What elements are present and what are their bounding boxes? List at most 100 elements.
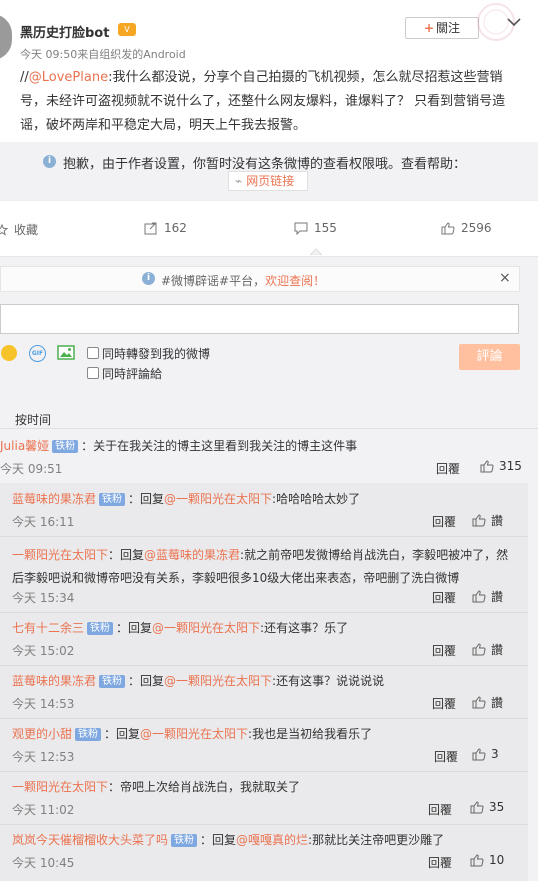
fan-badge: 铁粉 xyxy=(171,834,198,847)
image-icon[interactable] xyxy=(57,345,75,360)
reply-user[interactable]: 岚岚今天催榴榴收大头菜了吗 xyxy=(12,833,168,847)
reply-button[interactable]: 回覆 xyxy=(428,801,452,818)
gif-icon[interactable]: GIF xyxy=(29,345,46,362)
reply-time: 今天 16:11 xyxy=(12,515,75,529)
follow-button[interactable]: + 關注 xyxy=(405,17,479,39)
reply-like-count: 35 xyxy=(489,800,505,814)
reply-user[interactable]: 一颗阳光在太阳下 xyxy=(12,548,108,562)
reply-text: 观更的小甜 铁粉 ：回复@一颗阳光在太阳下:我也是当初给我看乐了 xyxy=(12,726,512,742)
fan-badge: 铁粉 xyxy=(87,622,114,635)
reply-target[interactable]: @一颗阳光在太阳下 xyxy=(164,492,272,506)
thumb-up-icon xyxy=(472,643,486,656)
like-button[interactable]: 2596 xyxy=(441,221,492,235)
comment-input[interactable] xyxy=(0,304,519,334)
like-count: 2596 xyxy=(461,221,492,235)
reply-text: 蓝莓味的果冻君 铁粉 ：回复@一颗阳光在太阳下:哈哈哈哈太妙了 xyxy=(12,491,512,507)
thumb-up-icon xyxy=(472,696,486,709)
web-link-button[interactable]: ⌁ 网页链接 xyxy=(228,171,308,191)
forward-checkbox[interactable] xyxy=(87,347,99,359)
forward-count: 162 xyxy=(164,221,187,235)
reply-text: 一颗阳光在太阳下：帝吧上次给肖战洗白，我就取关了 xyxy=(12,779,512,795)
reply-button[interactable]: 回覆 xyxy=(428,854,452,871)
reply-button[interactable]: 回覆 xyxy=(436,460,460,477)
reply-button[interactable]: 回覆 xyxy=(432,513,456,530)
mention-link[interactable]: @LovePlane xyxy=(29,70,108,85)
thumb-up-icon xyxy=(470,800,484,813)
reply-text: 蓝莓味的果冻君 铁粉 ：回复@一颗阳光在太阳下:还有这事？说说说说 xyxy=(12,673,512,689)
chevron-down-icon[interactable] xyxy=(505,13,523,31)
submit-comment-button[interactable]: 評論 xyxy=(459,344,520,370)
rumor-link[interactable]: 欢迎查阅！ xyxy=(265,274,325,288)
plus-icon: + xyxy=(423,21,435,35)
comment-button[interactable]: 155 xyxy=(294,221,337,235)
thumb-up-icon xyxy=(441,221,455,234)
comment-time: 今天 09:51 xyxy=(0,462,63,476)
reply-button[interactable]: 回覆 xyxy=(434,748,458,765)
sort-by-time-tab[interactable]: 按时间 xyxy=(15,411,51,428)
reply-button[interactable]: 回覆 xyxy=(432,695,456,712)
thumb-up-icon xyxy=(480,459,494,472)
reply-body: :还有这事？说说说说 xyxy=(272,674,385,688)
comment-checkbox[interactable] xyxy=(87,367,99,379)
reply-like-button[interactable]: 35 xyxy=(470,800,504,814)
post-text: //@LovePlane:我什么都没说，分享个自己拍摄的飞机视频，怎么就尽招惹这… xyxy=(20,66,525,138)
reply-mid: ：回复 xyxy=(200,833,237,847)
reply-text: 岚岚今天催榴榴收大头菜了吗 铁粉 ：回复@嘎嘎真的烂:那就比关注帝吧更沙雕了 xyxy=(12,832,512,848)
thumb-up-icon xyxy=(472,514,486,527)
reply-like-count: 讚 xyxy=(491,643,504,657)
reply-text: 一颗阳光在太阳下：回复@蓝莓味的果冻君:就之前帝吧发微博给肖战洗白，李毅吧被冲了… xyxy=(12,544,512,590)
rumor-prefix: #微博辟谣#平台， xyxy=(161,274,266,288)
reply-user[interactable]: 观更的小甜 xyxy=(12,727,72,741)
reply-body: :我也是当初给我看乐了 xyxy=(248,727,373,741)
emoji-icon[interactable] xyxy=(1,345,17,361)
rumor-text: #微博辟谣#平台，欢迎查阅！ xyxy=(161,272,325,289)
divider xyxy=(0,718,528,719)
author-name[interactable]: 黑历史打脸bot xyxy=(20,22,109,41)
reply-time: 今天 15:02 xyxy=(12,644,75,658)
favorite-button[interactable]: 收藏 xyxy=(0,221,38,238)
reply-like-count: 3 xyxy=(491,747,499,761)
reply-like-button[interactable]: 10 xyxy=(470,853,504,867)
reply-like-button[interactable]: 讚 xyxy=(472,694,503,711)
reply-time: 今天 15:34 xyxy=(12,591,75,605)
reply-button[interactable]: 回覆 xyxy=(432,642,456,659)
post-text-prefix: // xyxy=(20,70,29,85)
divider xyxy=(0,771,528,772)
link-icon: ⌁ xyxy=(235,174,243,188)
reply-like-button[interactable]: 讚 xyxy=(472,641,503,658)
reply-target[interactable]: @一颗阳光在太阳下 xyxy=(164,674,272,688)
reply-time: 今天 12:53 xyxy=(12,750,75,764)
comment-count: 155 xyxy=(314,221,337,235)
comment-user[interactable]: Julia馨娅 xyxy=(0,439,49,453)
comment-like-button[interactable]: 315 xyxy=(480,459,522,473)
reply-target[interactable]: @一颗阳光在太阳下 xyxy=(140,727,248,741)
reply-time: 今天 10:45 xyxy=(12,856,75,870)
reply-like-button[interactable]: 讚 xyxy=(472,588,503,605)
web-link-label: 网页链接 xyxy=(246,174,295,188)
reply-user[interactable]: 一颗阳光在太阳下 xyxy=(12,780,108,794)
reply-button[interactable]: 回覆 xyxy=(432,589,456,606)
favorite-label: 收藏 xyxy=(14,223,39,237)
reply-target[interactable]: @蓝莓味的果冻君 xyxy=(144,548,240,562)
reply-user[interactable]: 蓝莓味的果冻君 xyxy=(12,492,96,506)
reply-like-button[interactable]: 3 xyxy=(472,747,499,761)
reply-user[interactable]: 蓝莓味的果冻君 xyxy=(12,674,96,688)
vip-badge-icon: V xyxy=(118,23,136,36)
divider xyxy=(0,824,528,825)
reply-target[interactable]: @嘎嘎真的烂 xyxy=(236,833,308,847)
thumb-up-icon xyxy=(470,853,484,866)
forward-button[interactable]: 162 xyxy=(144,221,187,235)
main-comment-text: Julia馨娅 铁粉 ：关于在我关注的博主这里看到我关注的博主这件事 xyxy=(0,437,357,454)
reply-mid: ：回复 xyxy=(108,548,145,562)
author-avatar[interactable] xyxy=(0,14,12,60)
close-icon[interactable]: × xyxy=(499,270,511,286)
reply-target[interactable]: @一颗阳光在太阳下 xyxy=(152,621,260,635)
notice-text: 抱歉，由于作者设置，你暂时没有这条微博的查看权限哦。查看帮助： xyxy=(63,157,467,172)
fan-badge: 铁粉 xyxy=(99,493,126,506)
forward-checkbox-label: 同時轉發到我的微博 xyxy=(102,347,211,361)
comment-checkbox-label: 同時評論給 xyxy=(102,367,163,381)
reply-like-button[interactable]: 讚 xyxy=(472,512,503,529)
info-icon: i xyxy=(43,155,56,168)
star-icon xyxy=(0,223,8,236)
reply-user[interactable]: 七有十二余三 xyxy=(12,621,84,635)
